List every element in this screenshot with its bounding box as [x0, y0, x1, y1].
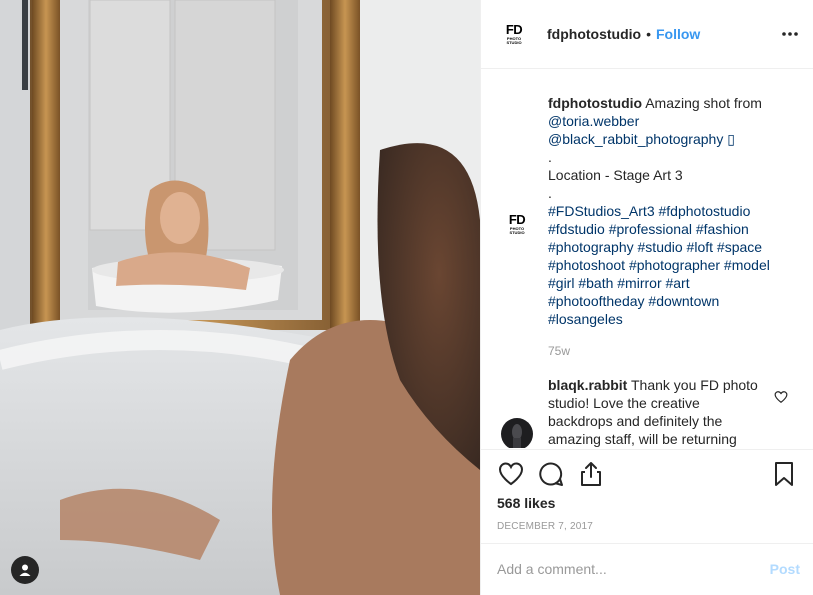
- hashtag-line[interactable]: #losangeles: [548, 310, 788, 328]
- user-icon: [19, 564, 31, 576]
- post-sidebar: FD PHOTO STUDIO fdphotostudio • Follow FD…: [480, 0, 813, 595]
- more-options-button[interactable]: [780, 24, 800, 44]
- follow-button[interactable]: Follow: [656, 26, 700, 42]
- tagged-user-button[interactable]: [11, 556, 39, 584]
- action-icons: [497, 460, 798, 488]
- reply-text: blaqk.rabbit Thank you FD photo studio! …: [548, 376, 788, 448]
- caption-text: fdphotostudio Amazing shot from @toria.w…: [548, 94, 788, 360]
- caption-line: Amazing shot from: [645, 95, 762, 111]
- post-actions: 568 likes DECEMBER 7, 2017: [481, 449, 813, 549]
- hashtag-line[interactable]: #photooftheday #downtown: [548, 292, 788, 310]
- caption-timestamp[interactable]: 75w: [548, 342, 788, 360]
- ellipsis-icon: [782, 32, 798, 36]
- caption-logo-subtext: PHOTO STUDIO: [509, 226, 525, 235]
- reply-line: studio! Love the creative: [548, 395, 700, 411]
- bookmark-icon[interactable]: [770, 460, 798, 488]
- logo-text: FD: [505, 22, 523, 37]
- share-icon[interactable]: [577, 460, 605, 488]
- reply-line: Thank you FD photo: [631, 377, 758, 393]
- caption-logo: FD PHOTO STUDIO: [501, 208, 533, 240]
- reply-line: backdrops and definitely the: [548, 413, 723, 429]
- hashtag-line[interactable]: #photoshoot #photographer #model: [548, 256, 788, 274]
- hashtag-line[interactable]: #fdstudio #professional #fashion: [548, 220, 788, 238]
- post-photo[interactable]: [0, 0, 480, 595]
- caption-logo-text: FD: [508, 212, 526, 227]
- comment-input[interactable]: Add a comment...: [497, 561, 757, 577]
- comments-list[interactable]: FD PHOTO STUDIO fdphotostudio Amazing sho…: [481, 70, 813, 448]
- caption-avatar[interactable]: FD PHOTO STUDIO: [501, 208, 533, 240]
- header-username[interactable]: fdphotostudio: [547, 26, 641, 42]
- caption-username[interactable]: fdphotostudio: [548, 95, 642, 111]
- hashtag-line[interactable]: #photography #studio #loft #space: [548, 238, 788, 256]
- add-comment-bar: Add a comment... Post: [481, 543, 813, 595]
- reply-avatar[interactable]: [501, 418, 533, 448]
- hashtag-line[interactable]: #girl #bath #mirror #art: [548, 274, 788, 292]
- heart-icon[interactable]: [497, 460, 525, 488]
- reply-username[interactable]: blaqk.rabbit: [548, 377, 627, 393]
- logo-subtext: PHOTO STUDIO: [506, 36, 522, 45]
- post-comment-button[interactable]: Post: [770, 561, 800, 577]
- mention-link[interactable]: @toria.webber: [548, 112, 788, 130]
- reply-line: amazing staff, will be returning: [548, 431, 737, 447]
- mention-link[interactable]: @black_rabbit_photography ▯: [548, 130, 788, 148]
- reply-avatar-image: [501, 418, 533, 448]
- post-header: FD PHOTO STUDIO fdphotostudio • Follow: [481, 0, 813, 69]
- hashtag-line[interactable]: #FDStudios_Art3 #fdphotostudio: [548, 202, 788, 220]
- caption-line: .: [548, 149, 552, 165]
- header-separator: •: [646, 26, 651, 42]
- heart-icon[interactable]: [774, 390, 788, 404]
- caption-line: Location - Stage Art 3: [548, 167, 683, 183]
- likes-count[interactable]: 568 likes: [497, 495, 555, 511]
- post-date[interactable]: DECEMBER 7, 2017: [497, 521, 593, 532]
- photo-illustration: [0, 0, 480, 595]
- profile-avatar[interactable]: FD PHOTO STUDIO: [501, 21, 527, 47]
- caption-line: .: [548, 185, 552, 201]
- comment-icon[interactable]: [537, 460, 565, 488]
